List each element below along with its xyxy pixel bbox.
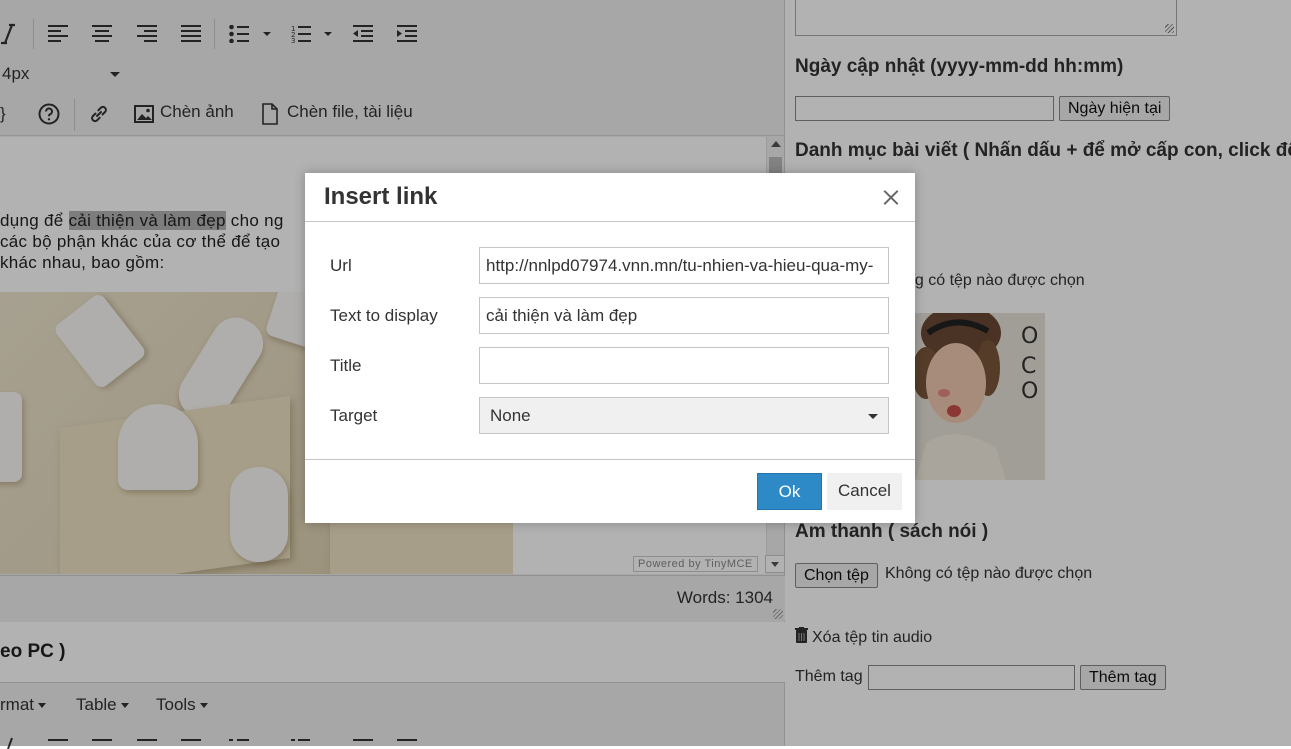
url-label: Url — [330, 256, 352, 275]
target-label: Target — [330, 406, 378, 425]
chevron-down-icon — [868, 414, 878, 419]
cancel-button[interactable]: Cancel — [827, 473, 902, 510]
insert-link-dialog: Insert link Url http://nnlpd07974.vnn.mn… — [305, 173, 915, 523]
ok-button[interactable]: Ok — [757, 473, 822, 510]
text-to-display-label: Text to display — [330, 306, 438, 325]
url-input[interactable]: http://nnlpd07974.vnn.mn/tu-nhien-va-hie… — [479, 247, 889, 284]
title-label: Title — [330, 356, 362, 375]
text-to-display-input[interactable]: cải thiện và làm đẹp — [479, 297, 889, 334]
dialog-footer: Ok Cancel — [305, 459, 915, 523]
title-input[interactable] — [479, 347, 889, 384]
dialog-title: Insert link — [324, 183, 438, 210]
target-select[interactable]: None — [479, 397, 889, 434]
close-icon[interactable] — [881, 187, 901, 207]
dialog-header: Insert link — [305, 173, 915, 222]
target-select-value: None — [490, 406, 531, 425]
